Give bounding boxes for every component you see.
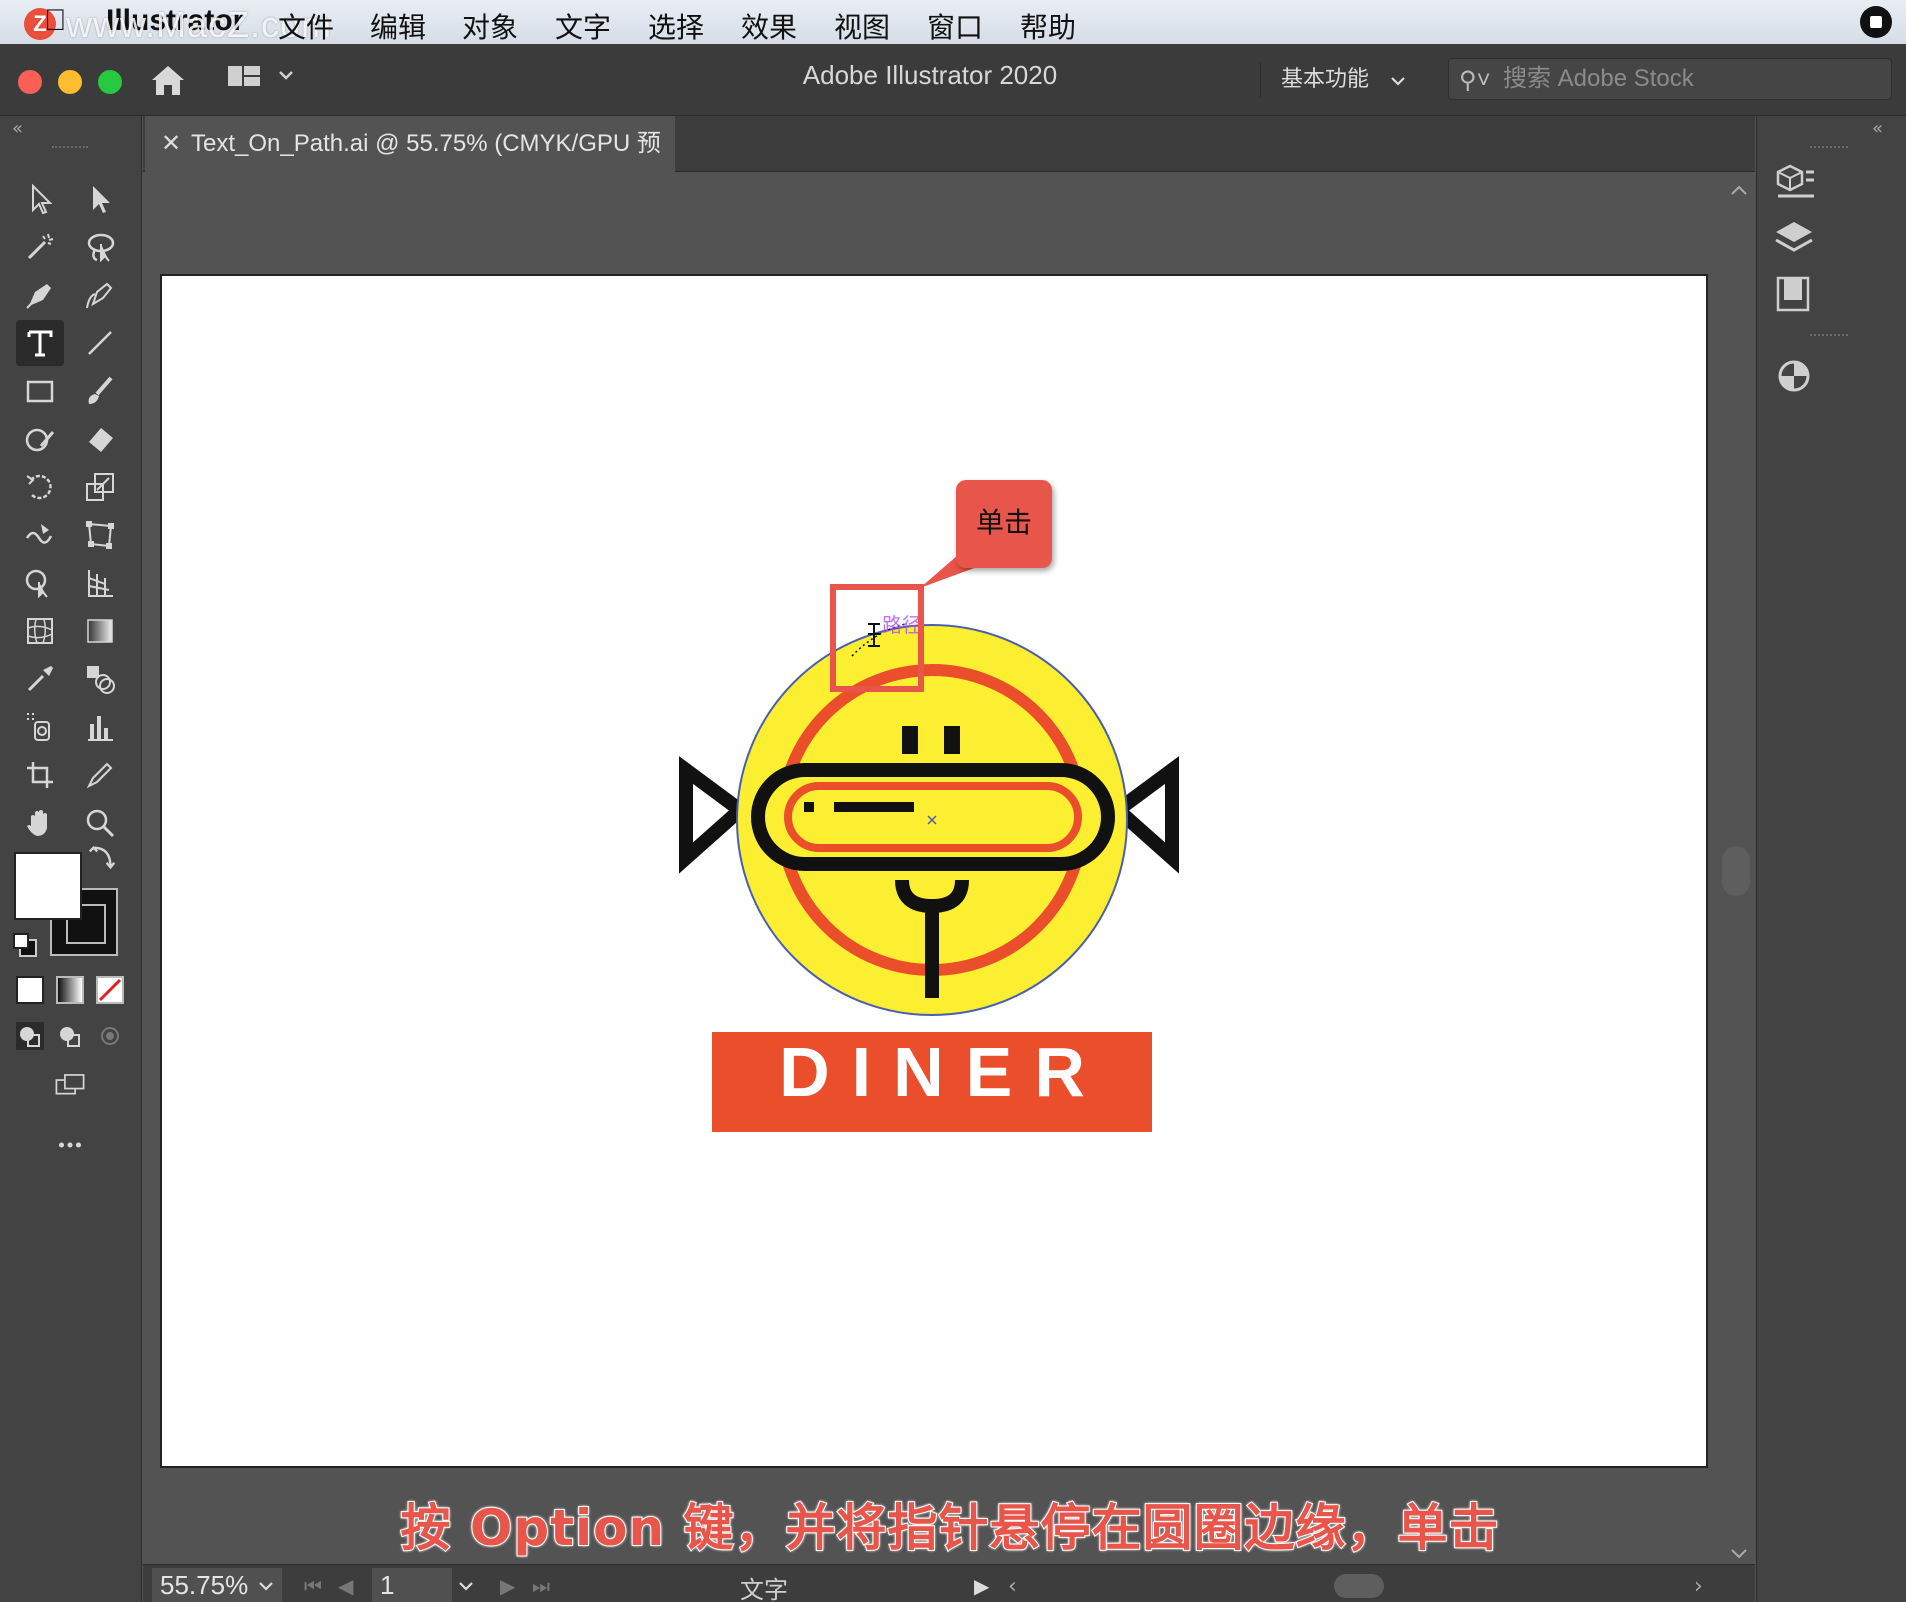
next-artboard-icon[interactable]: ▶ (500, 1574, 515, 1598)
right-panel-dock (1756, 116, 1906, 1602)
right-panel-grip-2[interactable] (1810, 334, 1848, 338)
artboard-dropdown-icon[interactable] (458, 1578, 474, 1596)
collapse-right-icon[interactable]: « (1872, 118, 1883, 139)
fill-swatch-front[interactable] (14, 852, 82, 920)
vertical-scroll-thumb[interactable] (1722, 846, 1750, 896)
scroll-down-icon (1731, 1549, 1747, 1559)
callout-pointer (920, 548, 996, 588)
scroll-right-icon[interactable]: › (1694, 1574, 1703, 1599)
status-tool-label: 文字 (740, 1576, 788, 1602)
zoom-dropdown-icon[interactable] (258, 1578, 274, 1596)
scroll-left-icon[interactable]: ‹ (1008, 1574, 1017, 1599)
artboard-number-field[interactable]: 1 (372, 1568, 452, 1602)
layers-panel-icon[interactable] (1772, 218, 1816, 262)
last-artboard-icon[interactable]: ⏭ (532, 1574, 550, 1598)
status-menu-icon[interactable]: ▶ (974, 1574, 989, 1598)
click-callout: 单击 (956, 480, 1052, 568)
horizontal-scroll-thumb[interactable] (1334, 1574, 1384, 1598)
right-panel-grip[interactable] (1810, 146, 1848, 150)
tutorial-subtitle: 按 Option 键，并将指针悬停在圆圈边缘，单击 (399, 1498, 1500, 1558)
scroll-up-icon (1731, 185, 1747, 195)
first-artboard-icon[interactable]: ⏮ (304, 1574, 322, 1598)
app-window: Z  Illustrator www.MacZ.com 文件 编辑 对象 文字… (0, 0, 1906, 1602)
appearance-panel-icon[interactable] (1772, 354, 1816, 398)
previous-artboard-icon[interactable]: ◀ (338, 1574, 353, 1598)
libraries-panel-icon[interactable] (1772, 272, 1816, 316)
properties-panel-icon[interactable] (1772, 162, 1816, 206)
